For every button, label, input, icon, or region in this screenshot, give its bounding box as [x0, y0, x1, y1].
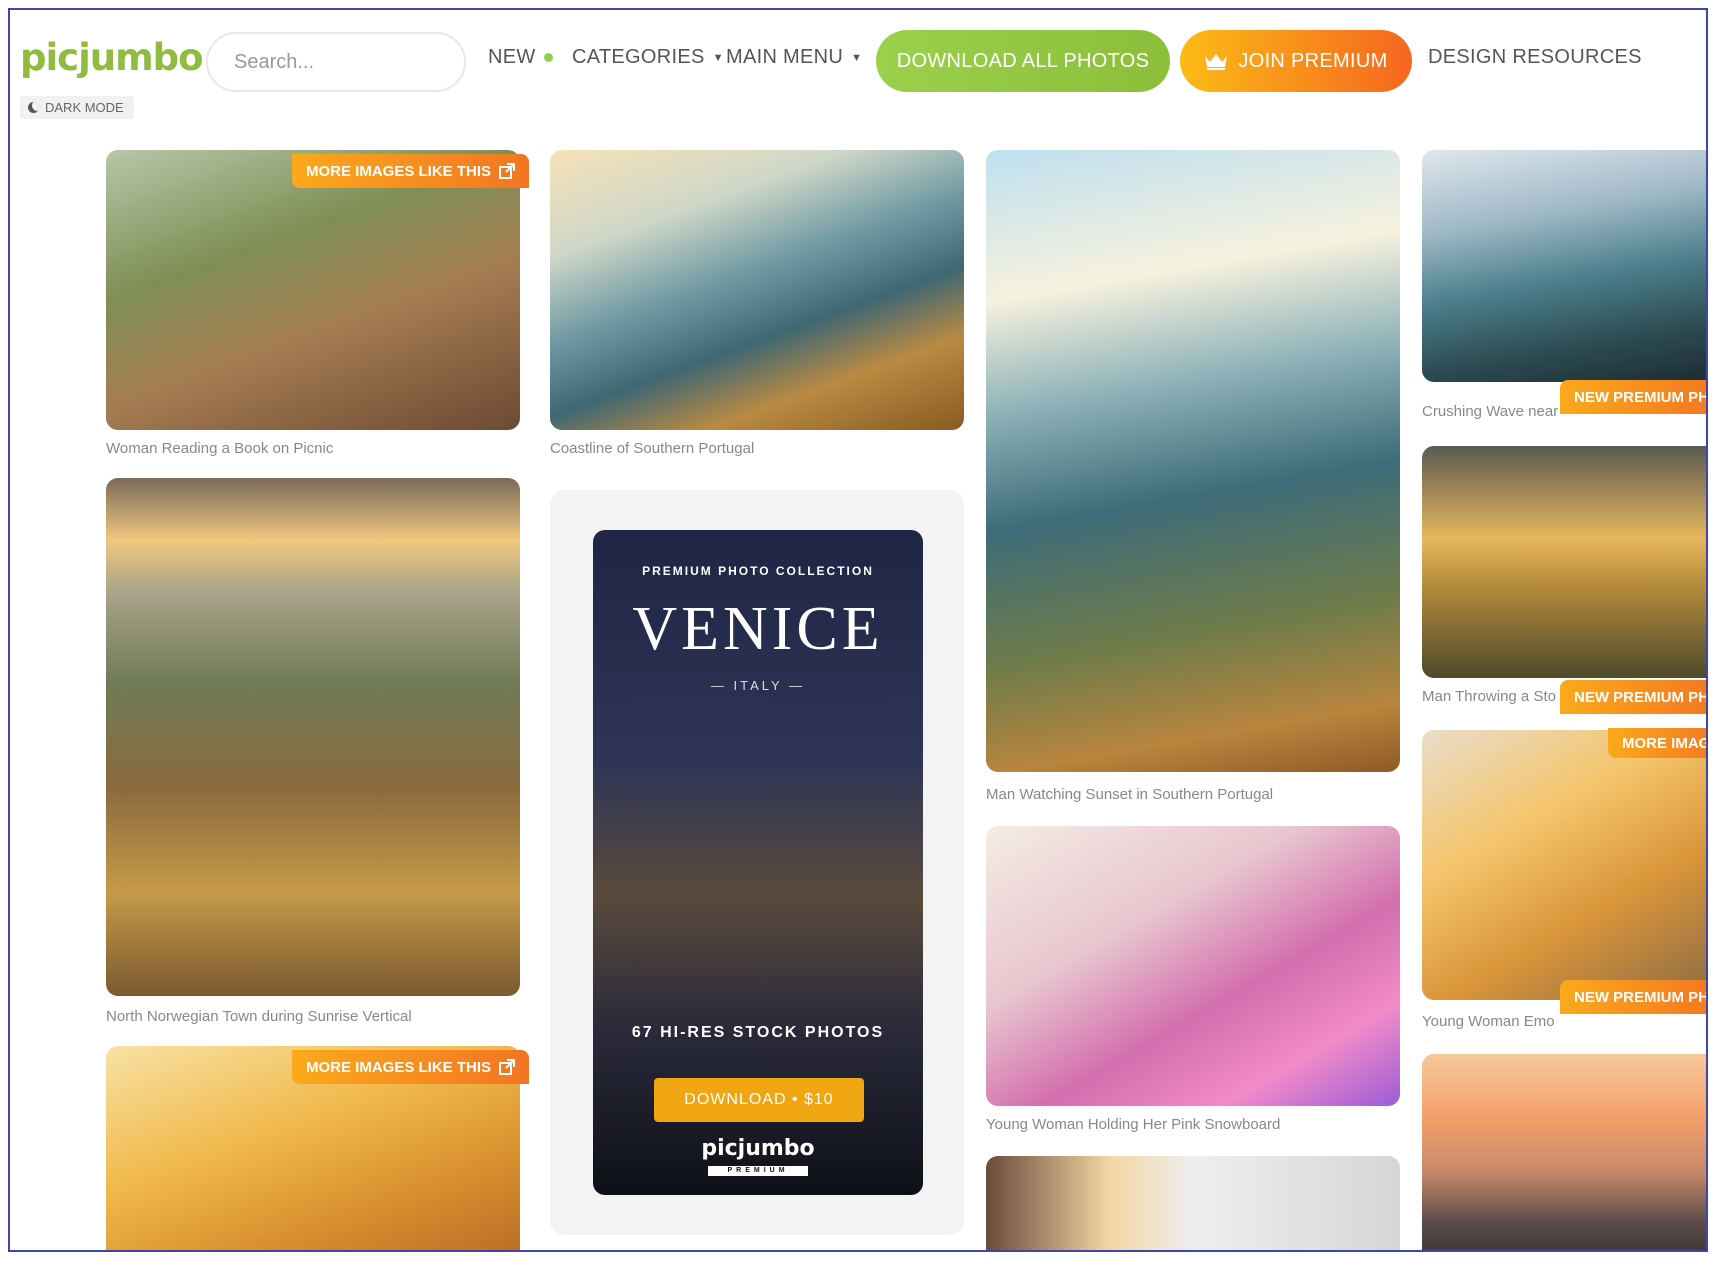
photo-caption[interactable]: North Norwegian Town during Sunrise Vert…	[106, 1008, 412, 1025]
more-images-badge[interactable]: MORE IMAGES LIKE THIS	[292, 1050, 530, 1084]
new-premium-label: NEW PREMIUM PH	[1574, 388, 1708, 406]
more-images-badge[interactable]: MORE IMAGES LIKE THIS	[292, 154, 530, 188]
more-images-label: MORE IMAGES LIKE THIS	[306, 162, 492, 180]
nav-design-resources-label: DESIGN RESOURCES	[1428, 46, 1642, 68]
promo-photo-count: 67 HI-RES STOCK PHOTOS	[631, 1024, 885, 1041]
venice-promo-banner[interactable]: PREMIUM PHOTO COLLECTION VENICE — ITALY …	[593, 530, 923, 1195]
external-link-icon	[499, 1059, 516, 1075]
new-premium-label: NEW PREMIUM PH	[1574, 688, 1708, 706]
dark-mode-label: DARK MODE	[45, 100, 124, 115]
promo-title: VENICE	[632, 595, 884, 663]
external-link-icon	[499, 163, 516, 179]
download-all-button[interactable]: DOWNLOAD ALL PHOTOS	[876, 30, 1170, 92]
nav-new-label: NEW	[488, 46, 536, 68]
nav-categories[interactable]: CATEGORIES ▼	[572, 46, 724, 69]
site-logo[interactable]: picjumbo	[20, 36, 204, 79]
promo-eyebrow: PREMIUM PHOTO COLLECTION	[642, 564, 874, 578]
photo-card[interactable]	[1422, 446, 1706, 678]
promo-subtitle: — ITALY —	[710, 678, 806, 693]
photo-caption[interactable]: Coastline of Southern Portugal	[550, 440, 754, 457]
new-premium-badge[interactable]: NEW PREMIUM PH	[1560, 380, 1708, 414]
dark-mode-toggle[interactable]: DARK MODE	[20, 96, 134, 119]
promo-brand-logo: picjumbo	[701, 1136, 815, 1161]
caret-down-icon: ▼	[851, 51, 863, 64]
photo-card[interactable]	[986, 826, 1400, 1106]
new-premium-badge[interactable]: NEW PREMIUM PH	[1560, 980, 1708, 1014]
more-images-label: MORE IMAGES LIKE THIS	[306, 1058, 492, 1076]
promo-brand-sub: PREMIUM	[708, 1166, 808, 1176]
photo-caption[interactable]: Young Woman Holding Her Pink Snowboard	[986, 1116, 1280, 1133]
download-all-label: DOWNLOAD ALL PHOTOS	[896, 49, 1150, 72]
new-premium-badge[interactable]: NEW PREMIUM PH	[1560, 680, 1708, 714]
nav-main-menu-label: MAIN MENU	[726, 46, 844, 68]
moon-icon	[28, 102, 39, 113]
photo-caption[interactable]: Man Watching Sunset in Southern Portugal	[986, 786, 1273, 803]
nav-categories-label: CATEGORIES	[572, 46, 705, 68]
crown-icon	[1205, 54, 1228, 70]
search-box[interactable]	[206, 32, 501, 92]
nav-design-resources[interactable]: DESIGN RESOURCES	[1428, 46, 1642, 69]
more-images-label: MORE IMAGE	[1622, 734, 1706, 752]
photo-card[interactable]	[106, 150, 520, 430]
nav-main-menu[interactable]: MAIN MENU ▼	[726, 46, 862, 69]
join-premium-button[interactable]: JOIN PREMIUM	[1180, 30, 1412, 92]
photo-caption[interactable]: Woman Reading a Book on Picnic	[106, 440, 333, 457]
photo-caption[interactable]: Man Throwing a Sto	[1422, 688, 1556, 705]
nav-new[interactable]: NEW	[488, 46, 553, 69]
photo-caption[interactable]: Young Woman Emo	[1422, 1013, 1555, 1030]
photo-card[interactable]	[550, 150, 964, 430]
photo-card[interactable]	[1422, 730, 1706, 1000]
photo-card[interactable]	[1422, 150, 1706, 382]
new-premium-label: NEW PREMIUM PH	[1574, 988, 1708, 1006]
photo-card[interactable]	[986, 1156, 1400, 1250]
photo-caption[interactable]: Crushing Wave near	[1422, 403, 1558, 420]
caret-down-icon: ▼	[712, 51, 724, 64]
more-images-badge[interactable]: MORE IMAGE	[1608, 728, 1706, 758]
promo-download-button[interactable]: DOWNLOAD • $10	[654, 1078, 864, 1122]
search-input[interactable]	[232, 49, 501, 75]
photo-card[interactable]	[986, 150, 1400, 772]
photo-card[interactable]	[1422, 1054, 1706, 1250]
photo-card[interactable]	[106, 478, 520, 996]
join-premium-label: JOIN PREMIUM	[1238, 49, 1388, 72]
page-frame: picjumbo DARK MODE NEW CATEGORIES ▼ MAIN…	[8, 8, 1708, 1252]
new-indicator-dot	[543, 53, 553, 62]
